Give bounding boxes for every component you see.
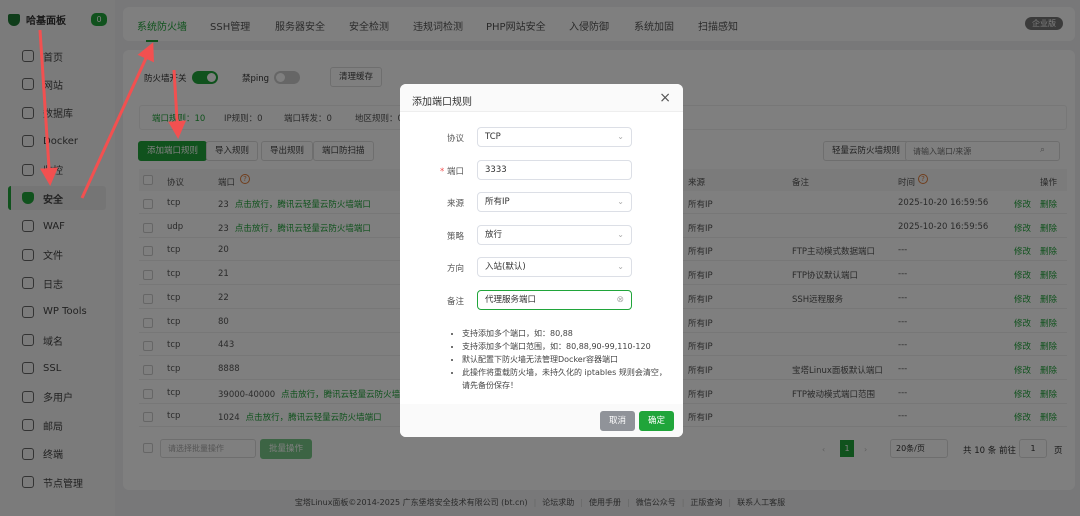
field-1[interactable]: 3333 <box>477 159 632 180</box>
annotation-arrow <box>168 69 187 139</box>
tip-item: 支持添加多个端口范围，如：80,88,90-99,110-120 <box>462 340 670 353</box>
annotation-arrow <box>38 29 59 186</box>
field-value: 3333 <box>485 164 507 175</box>
field-label-text: 端口 <box>446 166 464 177</box>
tip-item: 此操作将重载防火墙，未持久化的 iptables 规则会清空，请先备份保存！ <box>462 366 670 392</box>
field-label: 备注 <box>400 295 464 307</box>
field-label-text: 协议 <box>446 134 464 144</box>
field-value: 代理服务端口 <box>485 294 537 305</box>
field-value: 放行 <box>485 229 503 240</box>
field-label: * 端口 <box>400 165 464 177</box>
tip-item: 支持添加多个端口，如：80,88 <box>462 327 670 340</box>
field-label: 协议 <box>400 132 464 144</box>
required-mark: * <box>440 166 447 177</box>
field-4[interactable]: 入站(默认) ⌄ <box>477 257 632 277</box>
field-5[interactable]: 代理服务端口 ⊗ <box>477 289 632 310</box>
field-label: 策略 <box>400 230 464 242</box>
chevron-down-icon: ⌄ <box>617 229 624 239</box>
field-label-text: 备注 <box>446 296 464 307</box>
field-0[interactable]: TCP ⌄ <box>477 127 632 147</box>
field-value: TCP <box>485 132 501 142</box>
tip-item: 默认配置下防火墙无法管理Docker容器端口 <box>462 353 670 366</box>
field-label: 来源 <box>400 197 464 209</box>
field-label: 方向 <box>400 262 464 274</box>
cancel-button[interactable]: 取消 <box>600 411 636 431</box>
field-2[interactable]: 所有IP ⌄ <box>477 192 632 212</box>
chevron-down-icon: ⌄ <box>617 197 624 206</box>
close-icon[interactable]: × <box>659 90 671 106</box>
annotation-arrow <box>80 42 154 199</box>
tips-list: 支持添加多个端口，如：80,88支持添加多个端口范围，如：80,88,90-99… <box>450 327 670 392</box>
chevron-down-icon: ⌄ <box>617 132 624 141</box>
chevron-down-icon: ⌄ <box>617 262 624 271</box>
field-value: 所有IP <box>485 197 510 207</box>
field-label-text: 方向 <box>446 264 464 274</box>
field-label-text: 来源 <box>446 199 464 209</box>
confirm-button[interactable]: 确定 <box>639 411 675 431</box>
add-port-rule-dialog: 添加端口规则 × 协议 TCP ⌄ * 端口 3333 来源 所有IP ⌄ 策略 放行 ⌄ 方向 入站(… <box>400 84 683 437</box>
clear-icon[interactable]: ⊗ <box>616 291 624 309</box>
dialog-title: 添加端口规则 <box>412 97 472 108</box>
field-label-text: 策略 <box>446 231 464 242</box>
field-3[interactable]: 放行 ⌄ <box>477 224 632 245</box>
field-value: 入站(默认) <box>485 262 526 272</box>
